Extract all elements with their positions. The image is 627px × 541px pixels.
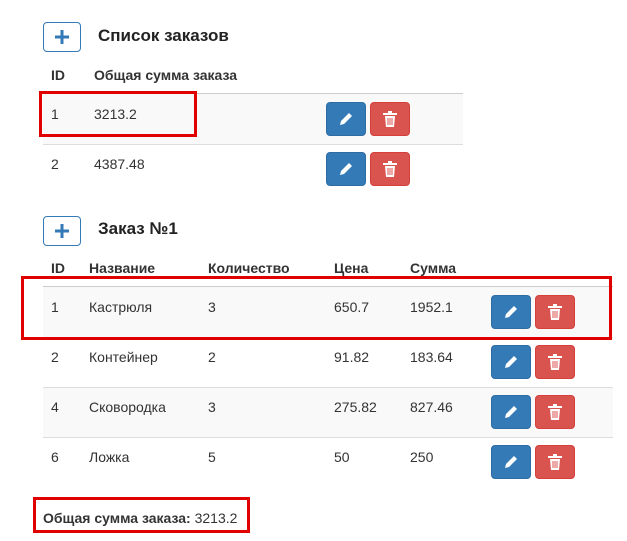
column-header-id: ID bbox=[51, 260, 65, 276]
item-price: 91.82 bbox=[334, 349, 370, 365]
plus-icon bbox=[55, 30, 69, 44]
row-divider bbox=[43, 437, 613, 438]
add-item-button[interactable] bbox=[43, 216, 81, 246]
order-total: 4387.48 bbox=[94, 156, 145, 172]
edit-order-button[interactable] bbox=[326, 152, 366, 186]
item-name: Ложка bbox=[89, 449, 130, 465]
edit-item-button[interactable] bbox=[491, 445, 531, 479]
edit-order-button[interactable] bbox=[326, 102, 366, 136]
row-divider bbox=[43, 144, 463, 145]
item-id: 2 bbox=[51, 349, 59, 365]
add-order-button[interactable] bbox=[43, 22, 81, 52]
delete-item-button[interactable] bbox=[535, 395, 575, 429]
item-quantity: 3 bbox=[208, 399, 216, 415]
item-sum: 183.64 bbox=[410, 349, 453, 365]
edit-item-button[interactable] bbox=[491, 395, 531, 429]
item-price: 275.82 bbox=[334, 399, 377, 415]
delete-order-button[interactable] bbox=[370, 102, 410, 136]
item-price: 50 bbox=[334, 449, 350, 465]
column-header-id: ID bbox=[51, 67, 65, 83]
delete-item-button[interactable] bbox=[535, 445, 575, 479]
order-detail-title: Заказ №1 bbox=[98, 219, 178, 238]
pencil-icon bbox=[505, 356, 517, 368]
item-quantity: 5 bbox=[208, 449, 216, 465]
item-name: Контейнер bbox=[89, 349, 158, 365]
plus-icon bbox=[55, 224, 69, 238]
item-id: 4 bbox=[51, 399, 59, 415]
item-name: Сковородка bbox=[89, 399, 166, 415]
item-sum: 827.46 bbox=[410, 399, 453, 415]
highlight-box bbox=[39, 91, 197, 137]
trash-icon bbox=[548, 454, 562, 470]
order-id: 2 bbox=[51, 156, 59, 172]
edit-item-button[interactable] bbox=[491, 345, 531, 379]
trash-icon bbox=[548, 404, 562, 420]
column-header-name: Название bbox=[89, 260, 156, 276]
trash-icon bbox=[548, 354, 562, 370]
item-quantity: 2 bbox=[208, 349, 216, 365]
delete-item-button[interactable] bbox=[535, 345, 575, 379]
item-id: 6 bbox=[51, 449, 59, 465]
column-header-quantity: Количество bbox=[208, 260, 290, 276]
trash-icon bbox=[383, 161, 397, 177]
trash-icon bbox=[383, 111, 397, 127]
column-header-price: Цена bbox=[334, 260, 369, 276]
column-header-total: Общая сумма заказа bbox=[94, 67, 238, 83]
column-header-sum: Сумма bbox=[410, 260, 457, 276]
orders-list-title: Список заказов bbox=[98, 26, 229, 45]
pencil-icon bbox=[340, 113, 352, 125]
highlight-box bbox=[33, 497, 250, 533]
highlight-box bbox=[21, 276, 612, 340]
pencil-icon bbox=[505, 406, 517, 418]
item-sum: 250 bbox=[410, 449, 434, 465]
pencil-icon bbox=[505, 456, 517, 468]
delete-order-button[interactable] bbox=[370, 152, 410, 186]
pencil-icon bbox=[340, 163, 352, 175]
